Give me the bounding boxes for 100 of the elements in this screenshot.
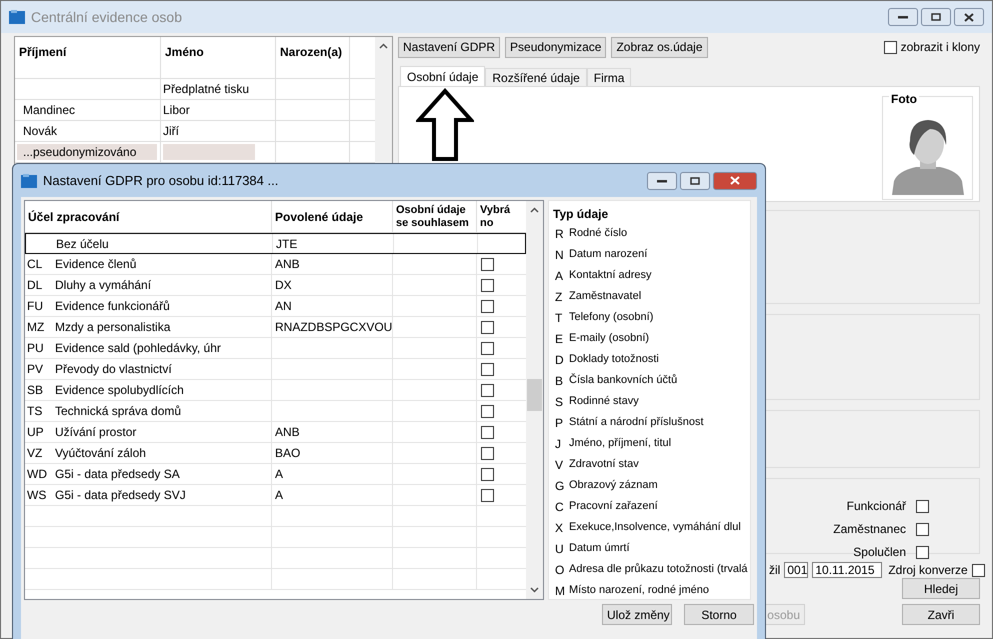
table-row[interactable]: CL Evidence členů ANB — [25, 254, 526, 275]
table-cell: A — [272, 464, 393, 484]
table-cell-text: FU — [26, 298, 44, 315]
toolbar-button[interactable]: Nastavení GDPR — [398, 36, 500, 58]
table-row[interactable]: MZ Mzdy a personalistika RNAZDBSPGCXVOU — [25, 317, 526, 338]
table-cell: ANB — [272, 254, 393, 274]
close-button[interactable] — [954, 8, 984, 26]
maximize-button[interactable] — [921, 8, 951, 26]
checkbox[interactable] — [481, 362, 494, 376]
column-header[interactable]: Příjmení — [15, 37, 161, 78]
checkbox-label: zobrazit i klony — [900, 39, 980, 56]
checkbox-label: Funkcionář — [846, 498, 906, 515]
scrollbar[interactable] — [375, 37, 392, 165]
tab[interactable]: Rozšířené údaje — [485, 68, 587, 86]
date-field[interactable]: 10.11.2015 — [812, 562, 882, 578]
table-cell-text: PV — [26, 361, 44, 378]
close-button[interactable] — [713, 172, 757, 190]
tab[interactable]: Osobní údaje — [400, 66, 486, 86]
type-code: D — [554, 352, 565, 368]
scrollbar[interactable] — [526, 201, 543, 599]
checkbox[interactable] — [884, 40, 897, 54]
table-cell-text: TS — [26, 403, 44, 420]
type-code: E — [554, 330, 564, 348]
table-cell-text: MZ — [26, 319, 46, 336]
column-header[interactable]: Osobní údaje se souhlasem — [393, 201, 477, 232]
scroll-thumb[interactable] — [527, 379, 542, 411]
type-code: Z — [554, 288, 564, 306]
code-field[interactable]: 001 — [784, 562, 808, 578]
table-cell: AN — [272, 296, 393, 316]
checkbox[interactable] — [916, 500, 929, 512]
type-label: Adresa dle průkazu totožnosti (trvalá — [569, 562, 748, 578]
table-row[interactable]: WS G5i - data předsedy SVJ A — [25, 485, 526, 506]
checkbox[interactable] — [916, 546, 929, 558]
table-cell: Vyúčtování záloh — [53, 443, 272, 463]
type-code: P — [554, 414, 564, 432]
maximize-icon — [690, 176, 700, 184]
type-label: Datum narození — [569, 247, 648, 262]
table-row[interactable]: FU Evidence funkcionářů AN — [25, 296, 526, 317]
minimize-button[interactable] — [647, 172, 677, 190]
minimize-button[interactable] — [888, 8, 918, 26]
checkbox-label: Spolučlen — [853, 544, 906, 561]
type-code: J — [554, 436, 562, 452]
checkbox[interactable] — [481, 468, 494, 480]
table-row[interactable]: VZ Vyúčtování záloh BAO — [25, 443, 526, 464]
checkbox[interactable] — [481, 488, 494, 502]
table-cell: Evidence sald (pohledávky, úhr — [53, 338, 272, 358]
table-row[interactable]: SB Evidence spolubydlících — [25, 380, 526, 401]
column-header[interactable]: Narozen(a) — [276, 37, 350, 78]
table-cell: BAO — [272, 443, 393, 463]
dialog-button[interactable]: Storno — [684, 604, 754, 625]
column-header[interactable]: Povolené údaje — [272, 201, 393, 232]
table-row[interactable]: TS Technická správa domů — [25, 401, 526, 422]
table-cell-text: DL — [26, 277, 44, 294]
maximize-icon — [931, 13, 941, 21]
checkbox[interactable] — [481, 300, 494, 312]
table-cell: G5i - data předsedy SVJ — [53, 485, 272, 505]
close-icon — [730, 176, 740, 185]
search-button[interactable]: Hledej — [902, 578, 980, 599]
column-header[interactable]: Účel zpracování — [25, 201, 272, 232]
table-cell-text: CL — [26, 256, 44, 273]
table-cell: Užívání prostor — [53, 422, 272, 442]
type-code: X — [554, 520, 564, 536]
table-cell-text: PU — [26, 340, 45, 357]
close-icon — [964, 12, 974, 22]
type-label: Pracovní zařazení — [569, 499, 658, 514]
table-row[interactable]: DL Dluhy a vymáhání DX — [25, 275, 526, 296]
list-header: Typ údaje — [553, 206, 610, 223]
scroll-down-icon — [530, 587, 539, 593]
toolbar-button[interactable]: Zobraz os.údaje — [611, 36, 708, 58]
table-cell: Bez účelu — [54, 234, 273, 253]
checkbox[interactable] — [481, 404, 494, 418]
table-cell-text: WS — [26, 487, 48, 504]
column-header[interactable]: Vybráno — [477, 201, 525, 232]
type-code: G — [554, 478, 566, 494]
checkbox[interactable] — [481, 446, 494, 460]
checkbox-label: Zdroj konverze — [888, 562, 968, 579]
maximize-button[interactable] — [680, 172, 710, 190]
table-row[interactable]: UP Užívání prostor ANB — [25, 422, 526, 443]
dialog-title: Nastavení GDPR pro osobu id:117384 ... — [43, 172, 278, 190]
checkbox[interactable] — [916, 522, 929, 536]
table-row[interactable]: Bez účelu JTE — [25, 233, 526, 254]
table-row[interactable]: WD G5i - data předsedy SA A — [25, 464, 526, 485]
table-row[interactable]: PU Evidence sald (pohledávky, úhr — [25, 338, 526, 359]
checkbox[interactable] — [481, 278, 494, 292]
table-cell: Evidence spolubydlících — [53, 380, 272, 400]
checkbox[interactable] — [481, 258, 494, 270]
checkbox[interactable] — [481, 320, 494, 334]
checkbox[interactable] — [481, 342, 494, 354]
checkbox[interactable] — [481, 384, 494, 396]
table-row[interactable]: PV Převody do vlastnictví — [25, 359, 526, 380]
column-header[interactable]: Jméno — [161, 37, 276, 78]
type-label: Zdravotní stav — [569, 457, 639, 472]
window-title: Centrální evidence osob — [31, 8, 182, 26]
type-label: Rodné číslo — [569, 226, 628, 242]
dialog-button[interactable]: Ulož změny — [602, 604, 672, 625]
tab[interactable]: Firma — [586, 68, 632, 86]
checkbox[interactable] — [481, 426, 494, 438]
close-window-button[interactable]: Zavři — [902, 604, 980, 625]
minimize-icon — [898, 15, 908, 19]
toolbar-button[interactable]: Pseudonymizace — [505, 36, 606, 58]
